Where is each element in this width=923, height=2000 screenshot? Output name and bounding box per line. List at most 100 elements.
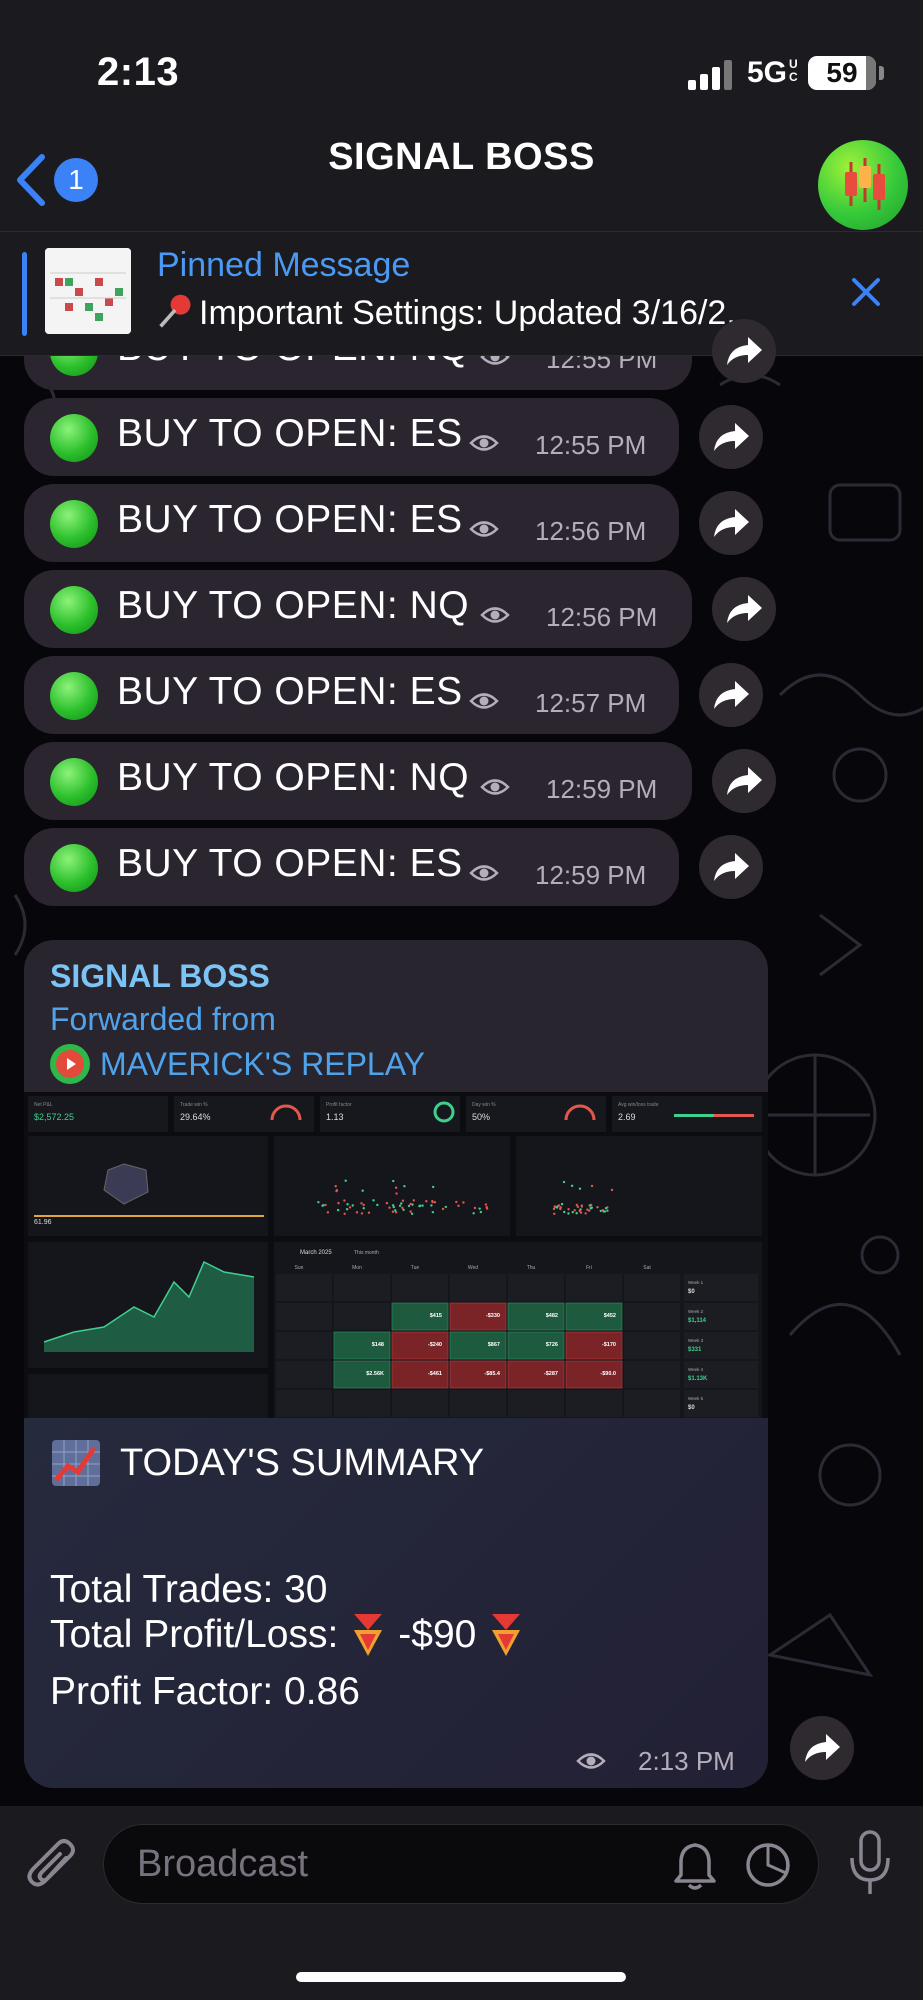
share-button[interactable]	[712, 319, 776, 383]
scatter-point	[578, 1209, 581, 1213]
scatter-point	[455, 1200, 458, 1204]
forwarded-source[interactable]: MAVERICK'S REPLAY	[50, 1044, 425, 1084]
pinned-message-bar[interactable]: Pinned Message Important Settings: Updat…	[0, 232, 923, 356]
scatter-point	[360, 1212, 364, 1215]
scatter-point	[343, 1199, 346, 1202]
profit-factor-value: 1.13	[326, 1112, 344, 1122]
week-value: $1.13K	[688, 1376, 708, 1382]
calendar-cell	[508, 1390, 564, 1417]
message-bubble[interactable]: BUY TO OPEN: ES 12:55 PM	[24, 398, 679, 476]
calendar-cell	[276, 1274, 332, 1301]
green-circle-icon	[50, 844, 98, 892]
svg-text:Profit factor: Profit factor	[326, 1102, 352, 1108]
scatter-point	[391, 1210, 395, 1213]
week-summary	[684, 1274, 758, 1301]
calendar-cell	[276, 1332, 332, 1359]
week-value: $0	[688, 1289, 695, 1295]
battery-level: 59	[826, 57, 858, 88]
network-type: 5G	[747, 56, 788, 89]
message-bubble[interactable]: BUY TO OPEN: ES 12:56 PM	[24, 484, 679, 562]
scatter-point	[570, 1184, 574, 1188]
share-button[interactable]	[712, 749, 776, 813]
scatter-point	[403, 1185, 406, 1188]
calendar-this-month: This month	[354, 1250, 379, 1256]
week-label: Week 4	[688, 1367, 704, 1372]
scatter-point	[441, 1207, 445, 1211]
pinned-thumbnail	[45, 248, 131, 334]
microphone-icon[interactable]	[846, 1828, 894, 1898]
scatter-point	[324, 1203, 327, 1207]
message-time: 12:56 PM	[546, 602, 658, 632]
share-arrow-icon	[714, 853, 749, 881]
scatter-point	[348, 1206, 352, 1209]
scatter-point	[391, 1204, 395, 1207]
calendar-cell	[624, 1303, 680, 1330]
scatter-point	[376, 1203, 379, 1207]
sender-name[interactable]: SIGNAL BOSS	[50, 958, 270, 995]
scatter-point	[355, 1211, 359, 1214]
calendar-cell-value: -$330	[486, 1313, 500, 1319]
message-text: BUY TO OPEN: ES	[117, 842, 463, 885]
scatter-point	[362, 1203, 365, 1207]
calendar-cell	[508, 1274, 564, 1301]
scatter-point	[401, 1206, 404, 1210]
dashboard-image[interactable]: Net P&L Trade win % Profit factor Day wi…	[24, 1092, 768, 1418]
scatter-point	[553, 1212, 556, 1215]
timer-icon[interactable]	[744, 1841, 792, 1889]
scatter-point	[599, 1209, 603, 1213]
chat-title[interactable]: SIGNAL BOSS	[0, 136, 923, 179]
calendar-cell-value: $726	[546, 1342, 558, 1348]
scatter-point	[409, 1210, 412, 1213]
channel-avatar[interactable]	[818, 140, 908, 230]
share-arrow-icon	[714, 509, 749, 537]
summary-section: TODAY'S SUMMARY Total Trades: 30 Total P…	[24, 1418, 768, 1788]
forwarded-message[interactable]: SIGNAL BOSS Forwarded from MAVERICK'S RE…	[24, 940, 768, 1788]
message-bubble[interactable]: BUY TO OPEN: NQ 12:59 PM	[24, 742, 692, 820]
calendar-cell-value: $867	[488, 1342, 500, 1348]
close-icon[interactable]	[846, 272, 886, 312]
scatter-point	[337, 1201, 340, 1205]
message-time: 12:57 PM	[535, 688, 647, 718]
message-bubble[interactable]: BUY TO OPEN: ES 12:57 PM	[24, 656, 679, 734]
scatter-point	[398, 1204, 402, 1208]
scatter-point	[558, 1207, 562, 1210]
home-indicator[interactable]	[296, 1972, 626, 1982]
green-circle-icon	[50, 586, 98, 634]
week-label: Week 1	[688, 1280, 704, 1285]
share-button[interactable]	[699, 491, 763, 555]
down-arrow-icon	[354, 1614, 383, 1656]
calendar-cell-value: -$90.0	[600, 1371, 616, 1377]
message-bubble[interactable]: BUY TO OPEN: ES 12:59 PM	[24, 828, 679, 906]
scatter-point	[610, 1188, 614, 1192]
scatter-point	[604, 1206, 608, 1210]
calendar-cell-value: $415	[430, 1313, 442, 1319]
share-button[interactable]	[699, 405, 763, 469]
calendar-cell-value: $482	[546, 1313, 558, 1319]
chart-increasing-icon	[52, 1440, 100, 1486]
message-bubble[interactable]: BUY TO OPEN: NQ 12:56 PM	[24, 570, 692, 648]
calendar-cell-value: $452	[604, 1313, 616, 1319]
calendar-cell	[392, 1274, 448, 1301]
calendar-cell	[450, 1274, 506, 1301]
scatter-point	[485, 1207, 489, 1210]
paperclip-icon[interactable]	[24, 1834, 78, 1896]
share-button[interactable]	[699, 835, 763, 899]
share-button[interactable]	[712, 577, 776, 641]
zella-score-value: 61.96	[34, 1219, 52, 1226]
share-arrow-icon	[727, 595, 762, 623]
pushpin-icon	[157, 292, 199, 333]
scatter-point	[553, 1205, 557, 1208]
share-button[interactable]	[699, 663, 763, 727]
share-button[interactable]	[790, 1716, 854, 1780]
scatter-point	[322, 1203, 325, 1207]
week-value: $331	[688, 1347, 702, 1353]
scatter-point	[392, 1179, 395, 1183]
bell-icon[interactable]	[672, 1841, 718, 1891]
scatter-point	[401, 1199, 405, 1202]
calendar-cell	[334, 1303, 390, 1330]
scatter-point	[560, 1202, 564, 1206]
total-profit-loss: Total Profit/Loss: -$90	[50, 1612, 536, 1658]
calendar-day-label: Mon	[352, 1265, 362, 1271]
views-eye-icon	[480, 607, 510, 623]
broadcast-input[interactable]: Broadcast	[103, 1824, 819, 1904]
